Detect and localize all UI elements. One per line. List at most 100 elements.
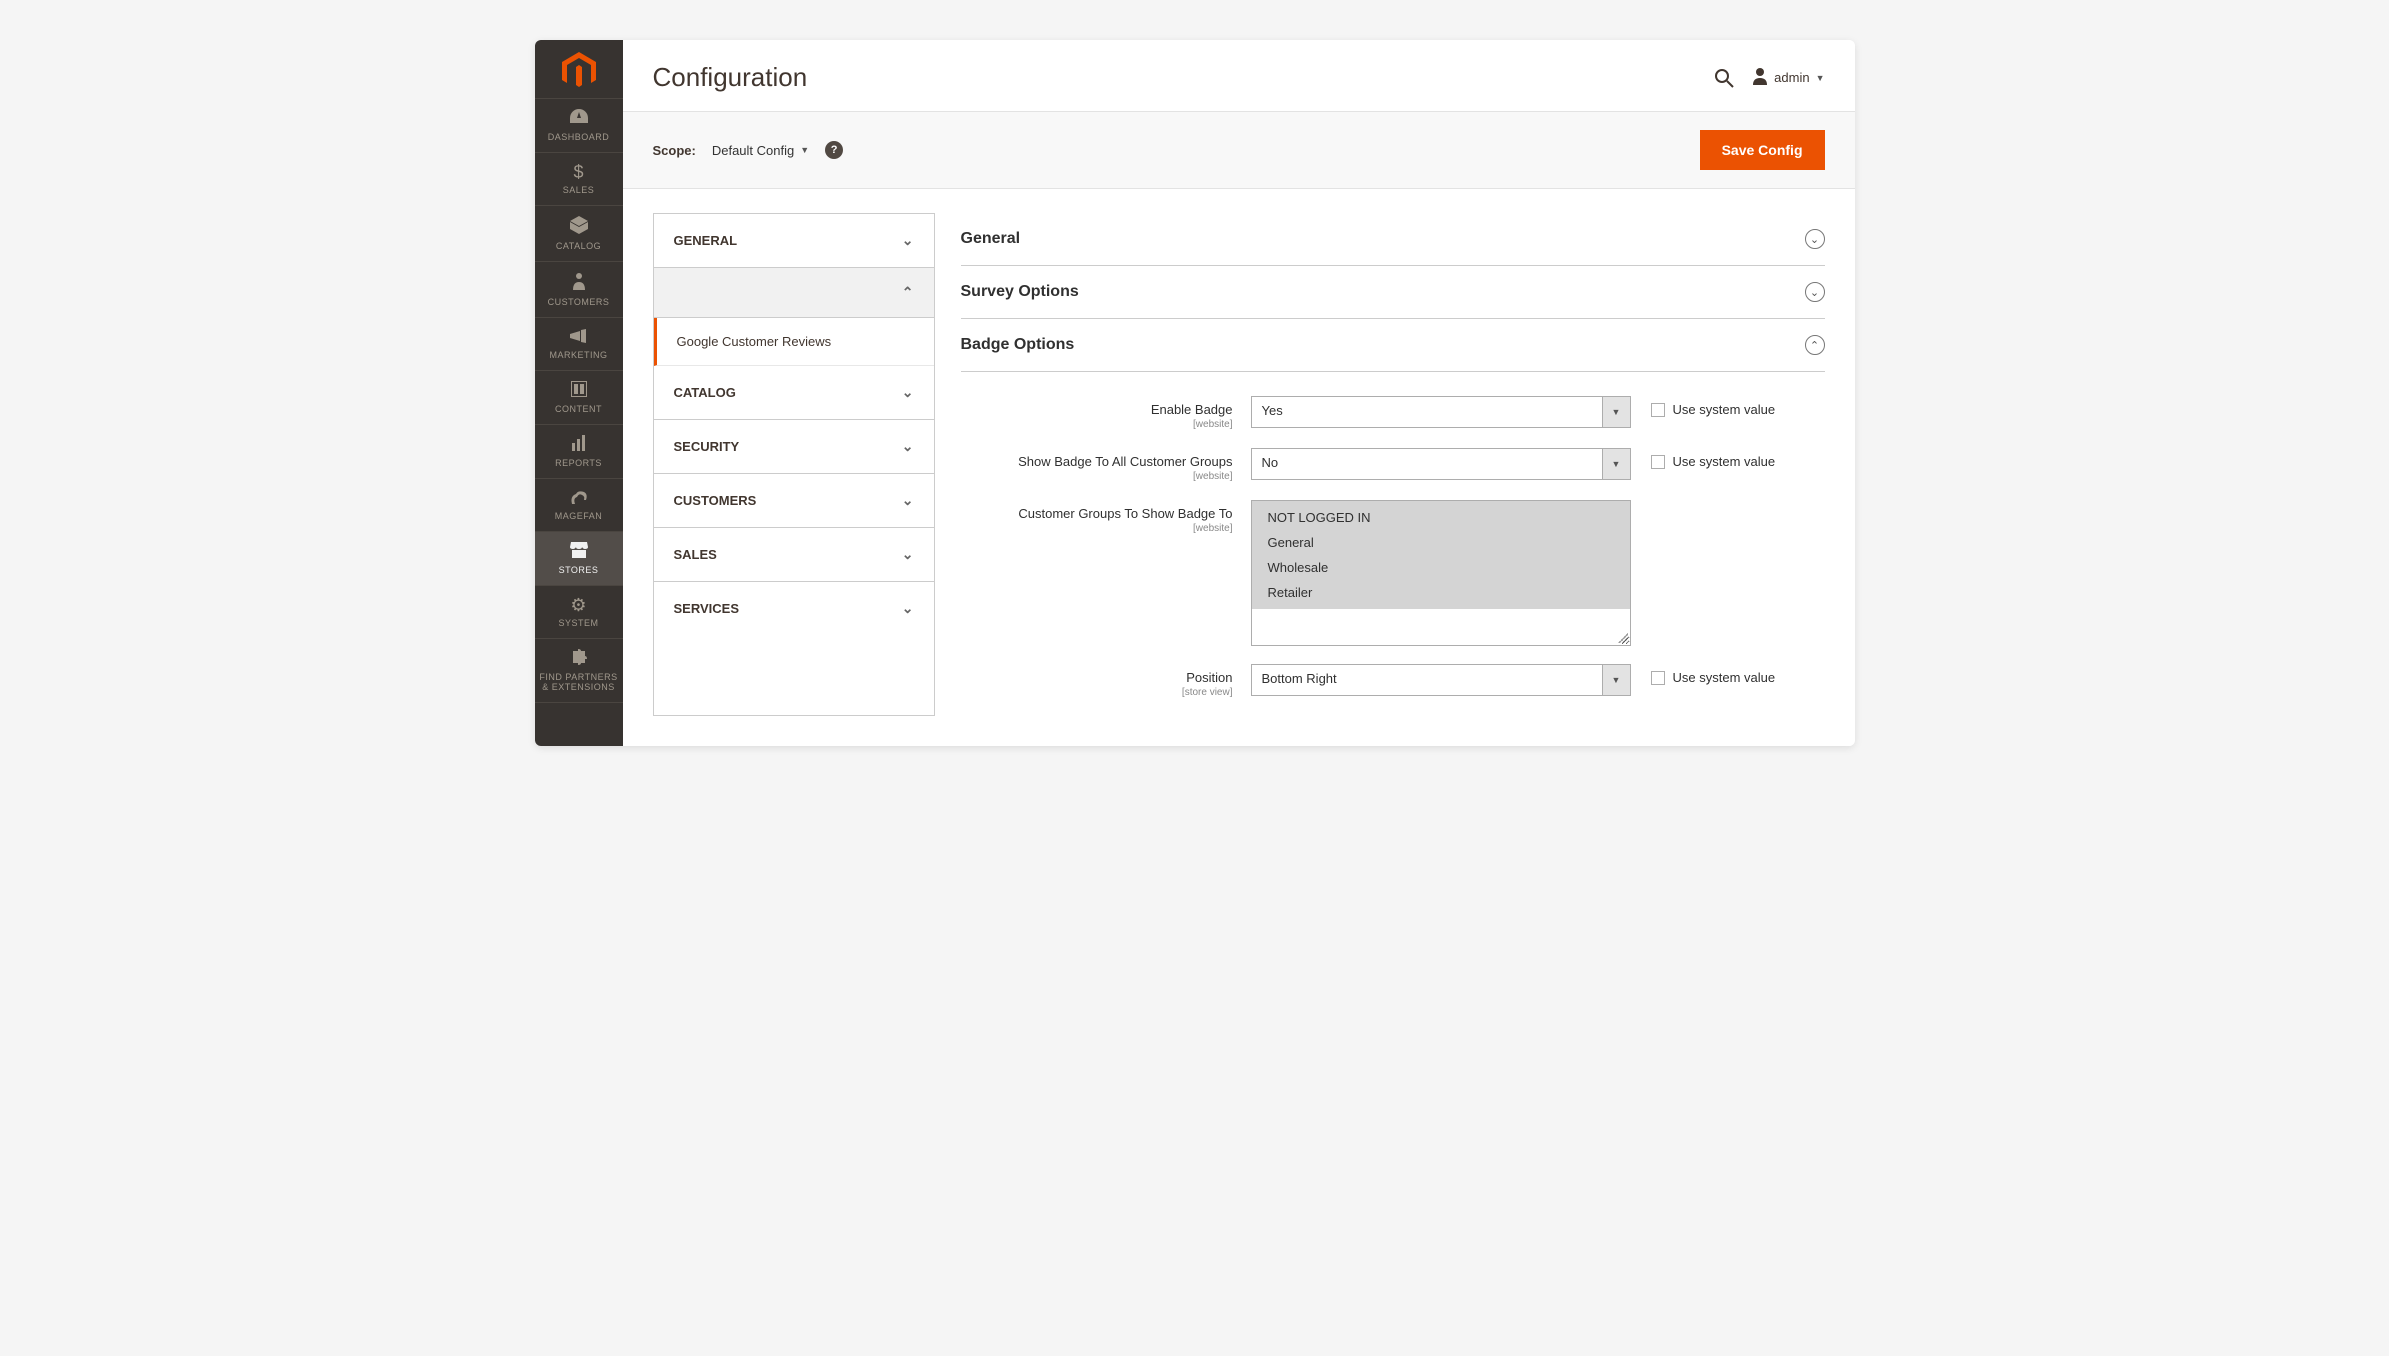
scope-hint: [website] [961, 523, 1233, 534]
sidebar-label: SYSTEM [558, 618, 598, 628]
app-window: DASHBOARD $ SALES CATALOG CUSTOMERS MARK… [535, 40, 1855, 746]
dollar-icon: $ [573, 163, 583, 181]
scope-left: Scope: Default Config ▼ ? [653, 141, 844, 159]
sidebar-item-dashboard[interactable]: DASHBOARD [535, 98, 623, 152]
person-icon [572, 272, 586, 293]
multiselect-options: NOT LOGGED IN General Wholesale Retailer [1252, 501, 1630, 609]
sidebar-label: MARKETING [549, 350, 607, 360]
config-nav: GENERAL ⌄ ⌃ Google Customer Reviews CATA… [653, 213, 935, 716]
section-header-badge[interactable]: Badge Options ⌃ [961, 319, 1825, 372]
show-all-groups-select[interactable]: No ▼ [1251, 448, 1631, 480]
multiselect-option[interactable]: General [1252, 530, 1630, 555]
caret-down-icon: ▼ [1816, 73, 1825, 83]
chevron-down-icon: ⌄ [902, 492, 914, 509]
user-menu[interactable]: admin ▼ [1752, 67, 1824, 88]
sidebar-item-system[interactable]: ⚙ SYSTEM [535, 585, 623, 638]
chevron-up-icon: ⌃ [902, 284, 914, 301]
use-system-value[interactable]: Use system value [1651, 664, 1776, 685]
scope-hint: [website] [961, 419, 1233, 430]
field-control: Yes ▼ [1251, 396, 1631, 428]
label-text: Show Badge To All Customer Groups [1018, 454, 1232, 469]
store-icon [570, 542, 588, 561]
config-tab-catalog[interactable]: CATALOG ⌄ [654, 366, 934, 420]
sidebar-label: STORES [559, 565, 599, 575]
config-tab-label: CATALOG [674, 385, 736, 400]
use-system-value[interactable]: Use system value [1651, 448, 1776, 469]
select-value: No [1252, 449, 1602, 479]
chevron-down-icon: ⌄ [902, 438, 914, 455]
admin-sidebar: DASHBOARD $ SALES CATALOG CUSTOMERS MARK… [535, 40, 623, 746]
multiselect-option[interactable]: Wholesale [1252, 555, 1630, 580]
expand-icon: ⌄ [1805, 282, 1825, 302]
section-header-general[interactable]: General ⌄ [961, 213, 1825, 266]
config-tab-label: SECURITY [674, 439, 740, 454]
enable-badge-select[interactable]: Yes ▼ [1251, 396, 1631, 428]
scope-select[interactable]: Default Config ▼ [712, 143, 809, 158]
config-tab-expanded[interactable]: ⌃ [654, 268, 934, 318]
position-select[interactable]: Bottom Right ▼ [1251, 664, 1631, 696]
config-subitem-label: Google Customer Reviews [677, 334, 832, 349]
field-label: Show Badge To All Customer Groups [websi… [961, 448, 1251, 482]
sidebar-label: MAGEFAN [555, 511, 603, 521]
dashboard-icon [570, 109, 588, 128]
layout-icon [571, 381, 587, 400]
save-config-button[interactable]: Save Config [1700, 130, 1825, 170]
sidebar-item-content[interactable]: CONTENT [535, 370, 623, 424]
sidebar-item-stores[interactable]: STORES [535, 531, 623, 585]
use-system-value[interactable]: Use system value [1651, 396, 1776, 417]
config-tab-general[interactable]: GENERAL ⌄ [654, 214, 934, 268]
checkbox[interactable] [1651, 455, 1665, 469]
checkbox-label: Use system value [1673, 454, 1776, 469]
chevron-down-icon: ⌄ [902, 232, 914, 249]
caret-down-icon: ▼ [1602, 397, 1630, 427]
caret-down-icon: ▼ [1602, 665, 1630, 695]
sidebar-label: CATALOG [556, 241, 601, 251]
config-panel: General ⌄ Survey Options ⌄ Badge Options… [961, 213, 1825, 716]
main-content: Configuration admin ▼ Scope: Default Con… [623, 40, 1855, 746]
multiselect-option[interactable]: NOT LOGGED IN [1252, 505, 1630, 530]
config-tab-label: SERVICES [674, 601, 740, 616]
sidebar-item-customers[interactable]: CUSTOMERS [535, 261, 623, 317]
checkbox[interactable] [1651, 403, 1665, 417]
config-tab-security[interactable]: SECURITY ⌄ [654, 420, 934, 474]
field-control: Bottom Right ▼ [1251, 664, 1631, 696]
field-position: Position [store view] Bottom Right ▼ Use… [961, 664, 1825, 698]
help-icon[interactable]: ? [825, 141, 843, 159]
collapse-icon: ⌃ [1805, 335, 1825, 355]
config-tab-services[interactable]: SERVICES ⌄ [654, 582, 934, 635]
config-tab-label: GENERAL [674, 233, 738, 248]
sidebar-label: DASHBOARD [548, 132, 610, 142]
config-content: GENERAL ⌄ ⌃ Google Customer Reviews CATA… [623, 189, 1855, 746]
magento-logo[interactable] [560, 52, 598, 90]
section-title: General [961, 230, 1021, 248]
label-text: Customer Groups To Show Badge To [1018, 506, 1232, 521]
config-tab-label: CUSTOMERS [674, 493, 757, 508]
sidebar-label: CONTENT [555, 404, 602, 414]
field-label: Enable Badge [website] [961, 396, 1251, 430]
config-tab-sales[interactable]: SALES ⌄ [654, 528, 934, 582]
chart-icon [571, 435, 587, 454]
section-title: Badge Options [961, 336, 1075, 354]
label-text: Enable Badge [1151, 402, 1233, 417]
checkbox[interactable] [1651, 671, 1665, 685]
sidebar-item-marketing[interactable]: MARKETING [535, 317, 623, 370]
chevron-down-icon: ⌄ [902, 384, 914, 401]
section-header-survey[interactable]: Survey Options ⌄ [961, 266, 1825, 319]
label-text: Position [1186, 670, 1232, 685]
caret-down-icon: ▼ [800, 145, 809, 155]
customer-groups-multiselect[interactable]: NOT LOGGED IN General Wholesale Retailer [1251, 500, 1631, 646]
sidebar-item-reports[interactable]: REPORTS [535, 424, 623, 478]
checkbox-label: Use system value [1673, 402, 1776, 417]
sidebar-item-partners[interactable]: FIND PARTNERS & EXTENSIONS [535, 638, 623, 703]
sidebar-item-catalog[interactable]: CATALOG [535, 205, 623, 261]
sidebar-item-sales[interactable]: $ SALES [535, 152, 623, 205]
field-control: NOT LOGGED IN General Wholesale Retailer [1251, 500, 1631, 646]
badge-options-form: Enable Badge [website] Yes ▼ Use system … [961, 372, 1825, 698]
sidebar-label: CUSTOMERS [548, 297, 610, 307]
config-subitem-google-reviews[interactable]: Google Customer Reviews [654, 318, 934, 366]
config-tab-customers[interactable]: CUSTOMERS ⌄ [654, 474, 934, 528]
search-icon[interactable] [1714, 68, 1734, 88]
multiselect-option[interactable]: Retailer [1252, 580, 1630, 605]
config-tab-label: SALES [674, 547, 717, 562]
sidebar-item-magefan[interactable]: MAGEFAN [535, 478, 623, 531]
